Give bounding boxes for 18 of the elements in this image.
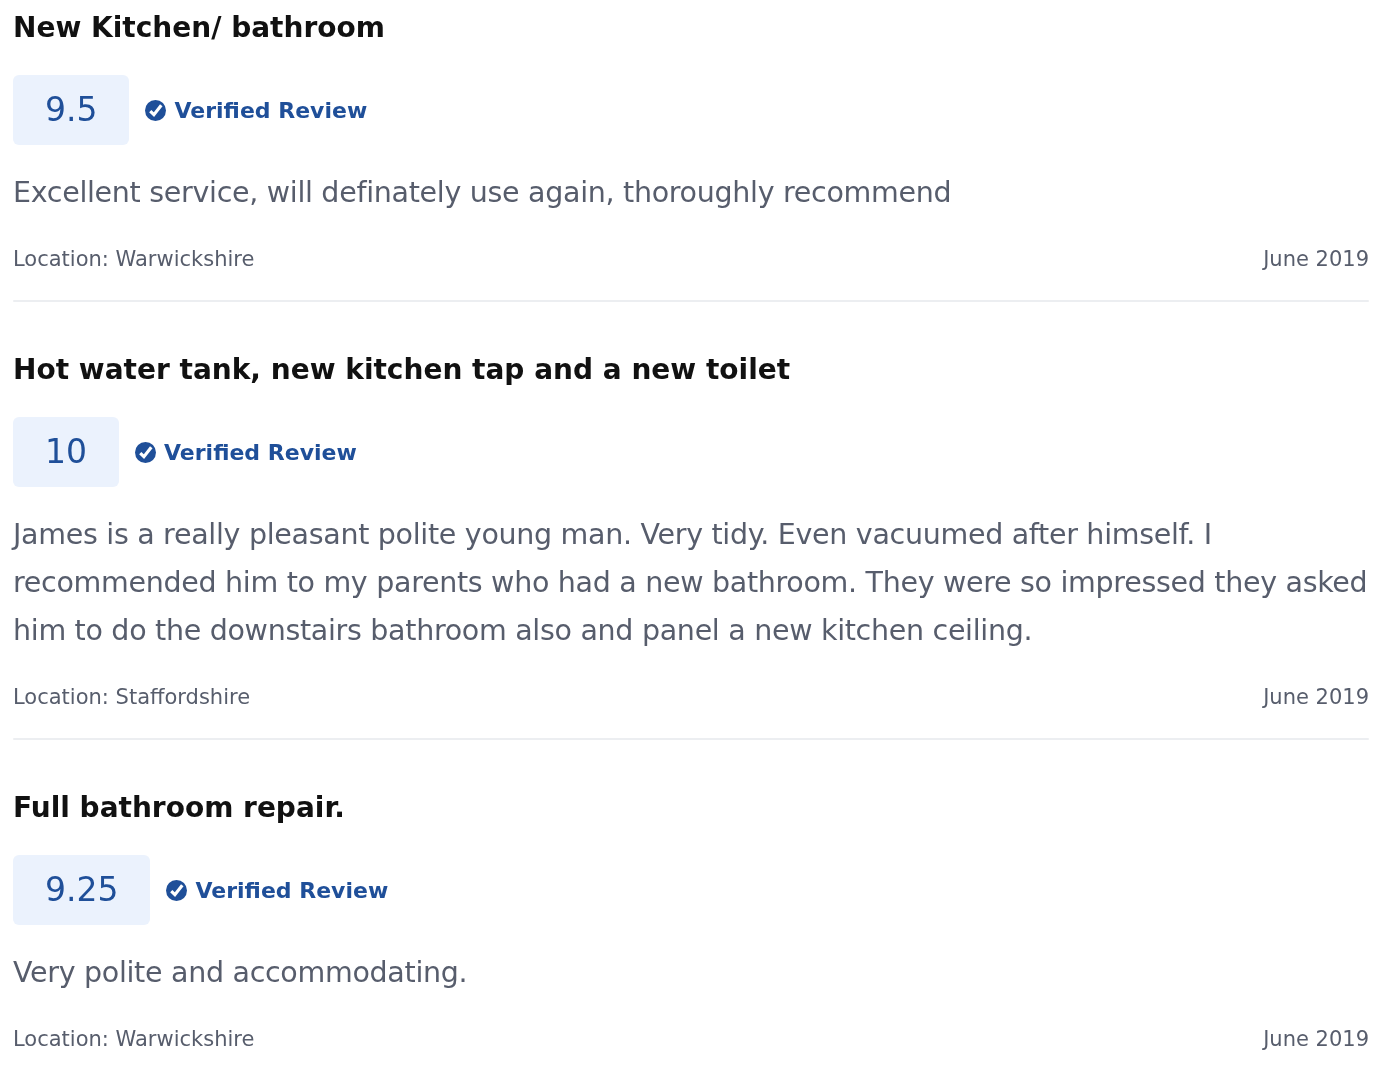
review-location: Location: Warwickshire: [13, 246, 255, 273]
score-badge: 9.25: [13, 855, 151, 925]
review-date: June 2019: [1263, 684, 1369, 711]
review-location: Location: Staffordshire: [13, 684, 251, 711]
verified-label: Verified Review: [195, 876, 389, 905]
review-text: Excellent service, will definately use again, thoroughly recommend: [13, 175, 953, 211]
score-badge: 9.5: [13, 75, 130, 145]
verified-label: Verified Review: [174, 96, 368, 125]
review-text: James is a really pleasant polite young man. Very tidy. Even vacuumed after himself. I recommended him to my parents who had a new bathroom. They were so impressed they asked him to do the downstairs bathroom also and panel a new kitchen ceiling.: [13, 517, 1369, 649]
review-title: Full bathroom repair.: [13, 790, 346, 826]
review-title: New Kitchen/ bathroom: [13, 10, 386, 46]
score-badge: 10: [13, 417, 119, 487]
review-location: Location: Warwickshire: [13, 1026, 255, 1053]
review-date: June 2019: [1263, 1026, 1369, 1053]
review-title: Hot water tank, new kitchen tap and a new toilet: [13, 352, 792, 388]
review-text: Very polite and accommodating.: [13, 955, 469, 991]
verified-label: Verified Review: [164, 438, 357, 467]
review-date: June 2019: [1263, 246, 1369, 273]
